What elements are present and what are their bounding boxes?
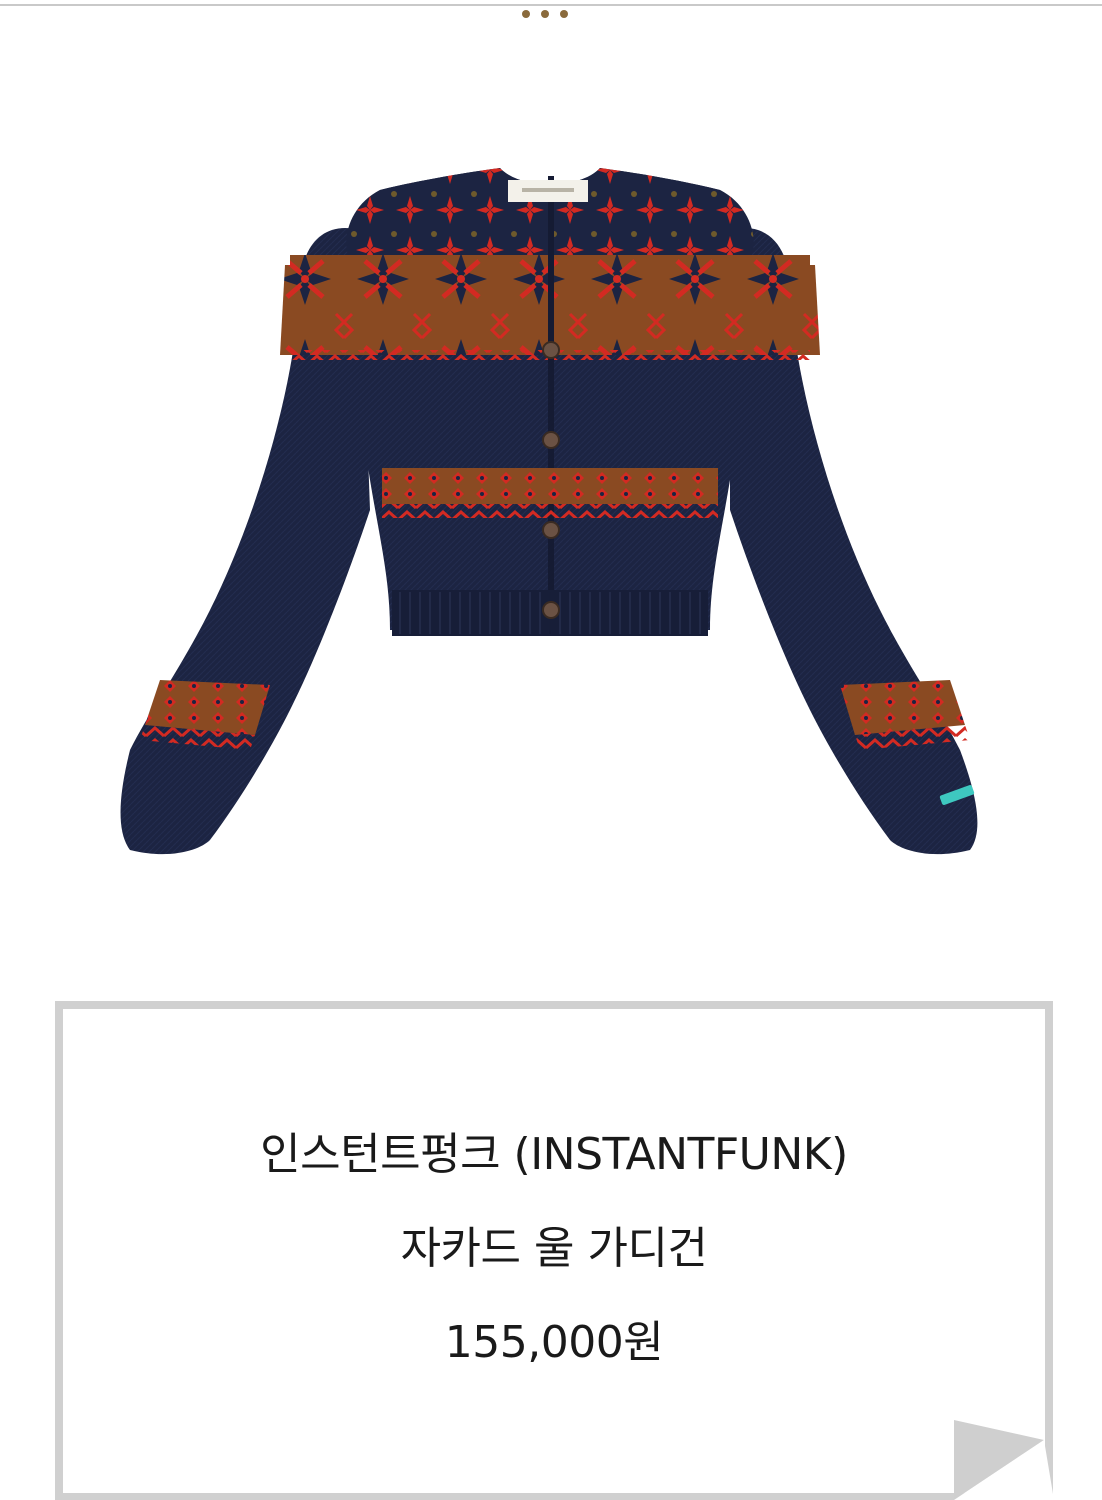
cardigan-product-image[interactable] <box>110 150 990 870</box>
product-info-card: 인스턴트펑크 (INSTANTFUNK) 자카드 울 가디건 155,000원 <box>54 1000 1054 1500</box>
product-price: 155,000원 <box>444 1317 664 1368</box>
dot <box>522 10 530 18</box>
more-dots-icon[interactable] <box>522 10 568 18</box>
top-divider <box>0 4 1102 6</box>
product-name: 자카드 울 가디건 <box>400 1223 708 1274</box>
product-brand: 인스턴트펑크 (INSTANTFUNK) <box>260 1129 848 1180</box>
dot <box>560 10 568 18</box>
dot <box>541 10 549 18</box>
